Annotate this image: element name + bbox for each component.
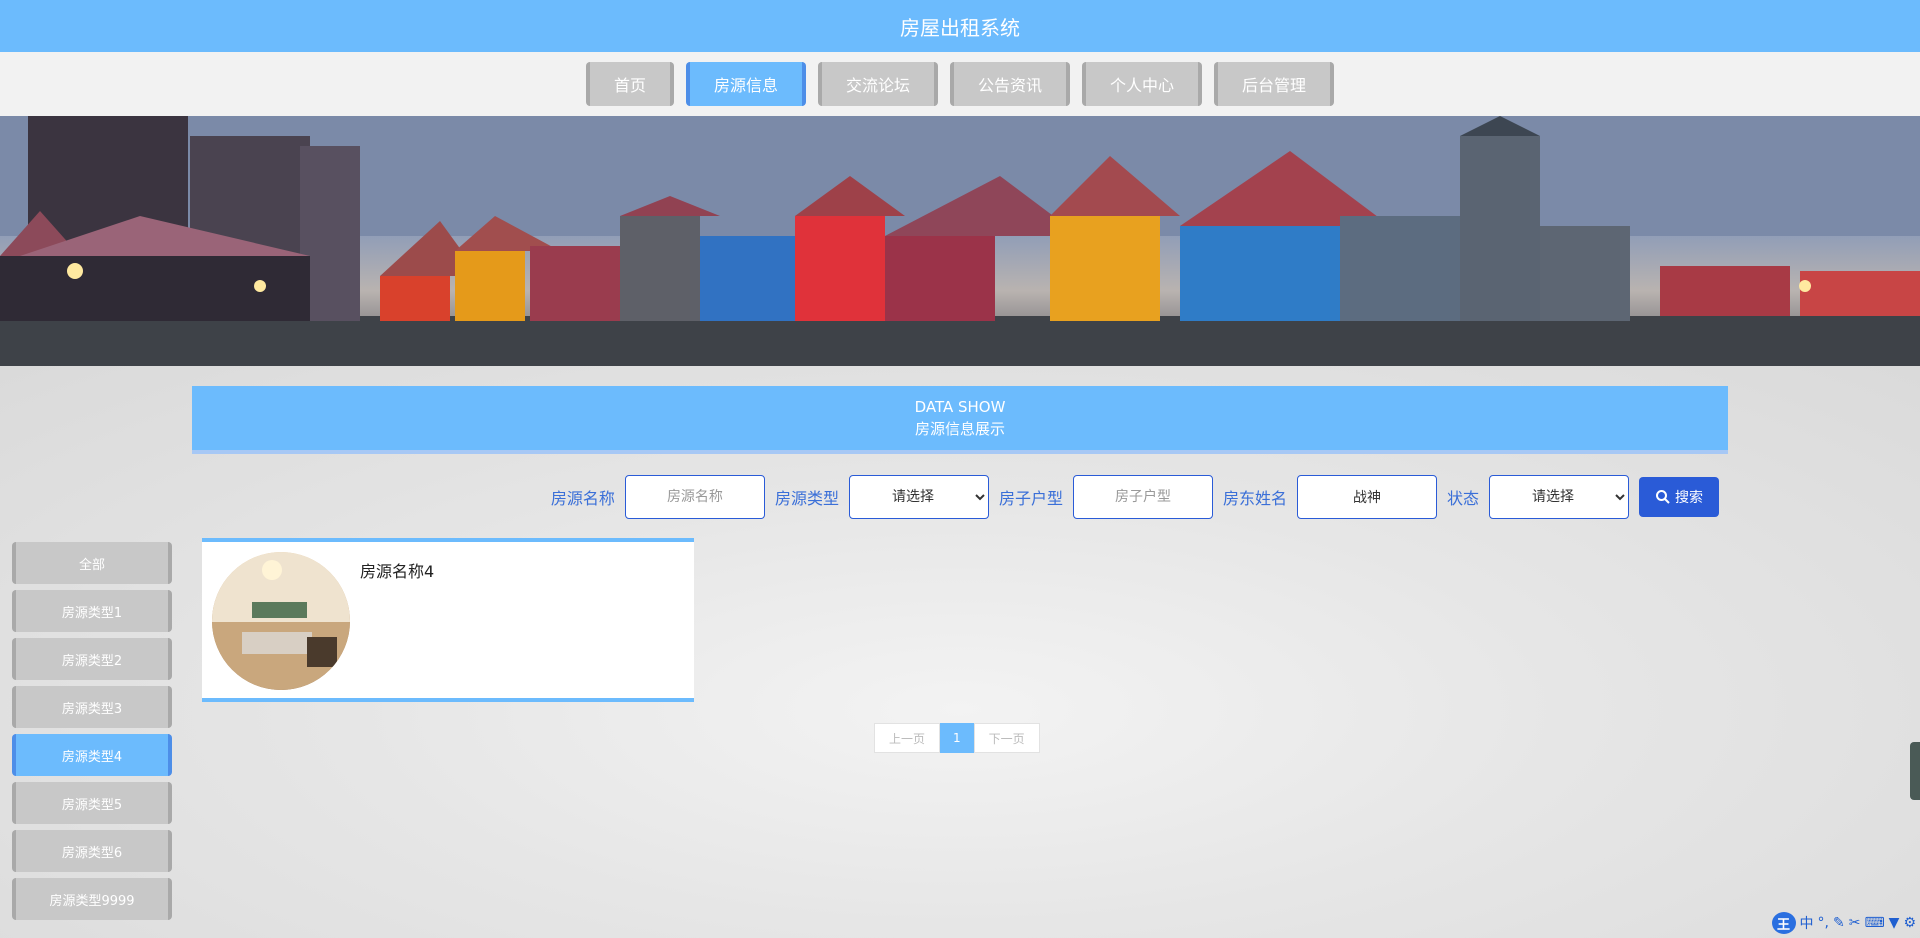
- pen-icon[interactable]: ✎: [1833, 915, 1845, 931]
- nav-admin[interactable]: 后台管理: [1214, 62, 1335, 106]
- type-select[interactable]: 请选择: [848, 475, 989, 519]
- search-bar: 房源名称 房源类型 请选择 房子户型 房东姓名 状态 请选择 搜索: [551, 475, 1719, 519]
- category-sidebar: 全部 房源类型1 房源类型2 房源类型3 房源类型4 房源类型5 房源类型6 房…: [12, 542, 172, 920]
- nav-listings[interactable]: 房源信息: [685, 62, 806, 106]
- main-nav: 首页 房源信息 交流论坛 公告资讯 个人中心 后台管理: [0, 52, 1920, 116]
- search-button-label: 搜索: [1675, 489, 1703, 505]
- prev-page-button[interactable]: 上一页: [874, 723, 941, 753]
- banner-houses-illustration: [0, 116, 1920, 366]
- status-select[interactable]: 请选择: [1489, 475, 1629, 519]
- nav-home[interactable]: 首页: [585, 62, 674, 106]
- type-label: 房源类型: [774, 489, 839, 508]
- category-type-2[interactable]: 房源类型2: [12, 638, 172, 680]
- ime-punct-toggle[interactable]: °,: [1818, 915, 1829, 931]
- app-title: 房屋出租系统: [900, 15, 1020, 40]
- category-type-1[interactable]: 房源类型1: [12, 590, 172, 632]
- next-page-button[interactable]: 下一页: [973, 723, 1040, 753]
- layout-label: 房子户型: [998, 489, 1063, 508]
- section-title-cn: 房源信息展示: [914, 420, 1005, 438]
- category-all[interactable]: 全部: [12, 542, 172, 584]
- category-type-9999[interactable]: 房源类型9999: [12, 878, 172, 920]
- scissors-icon[interactable]: ✂: [1849, 915, 1861, 931]
- listing-thumbnail[interactable]: [212, 552, 350, 690]
- name-label: 房源名称: [550, 489, 615, 508]
- pagination: 上一页 1 下一页: [874, 723, 1040, 753]
- nav-personal-center[interactable]: 个人中心: [1082, 62, 1203, 106]
- listing-card[interactable]: 房源名称4: [202, 538, 694, 702]
- search-button[interactable]: 搜索: [1639, 477, 1719, 517]
- ime-logo-icon[interactable]: 王: [1771, 912, 1796, 934]
- owner-label: 房东姓名: [1222, 489, 1287, 508]
- status-label: 状态: [1446, 489, 1479, 508]
- search-icon: [1656, 490, 1670, 504]
- name-input[interactable]: [624, 475, 765, 519]
- app-title-bar: 房屋出租系统: [0, 0, 1920, 52]
- listing-title[interactable]: 房源名称4: [360, 558, 434, 582]
- nav-announcements[interactable]: 公告资讯: [950, 62, 1071, 106]
- category-type-6[interactable]: 房源类型6: [12, 830, 172, 872]
- section-header: DATA SHOW 房源信息展示: [192, 386, 1728, 454]
- section-title-en: DATA SHOW: [914, 398, 1006, 416]
- ime-toolbar: 王 中 °, ✎ ✂ ⌨ ▼ ⚙: [1771, 912, 1916, 934]
- gear-icon[interactable]: ⚙: [1903, 915, 1916, 931]
- keyboard-icon[interactable]: ⌨: [1864, 915, 1884, 931]
- layout-input[interactable]: [1072, 475, 1213, 519]
- banner-image: [0, 116, 1920, 366]
- shirt-icon[interactable]: ▼: [1889, 915, 1900, 931]
- category-type-3[interactable]: 房源类型3: [12, 686, 172, 728]
- category-type-4[interactable]: 房源类型4: [12, 734, 172, 776]
- ime-lang-toggle[interactable]: 中: [1800, 913, 1814, 933]
- category-type-5[interactable]: 房源类型5: [12, 782, 172, 824]
- owner-input[interactable]: [1296, 475, 1437, 519]
- room-photo: [212, 552, 350, 690]
- nav-forum[interactable]: 交流论坛: [817, 62, 938, 106]
- floating-side-tab[interactable]: [1910, 742, 1920, 800]
- page-number-current[interactable]: 1: [940, 723, 974, 753]
